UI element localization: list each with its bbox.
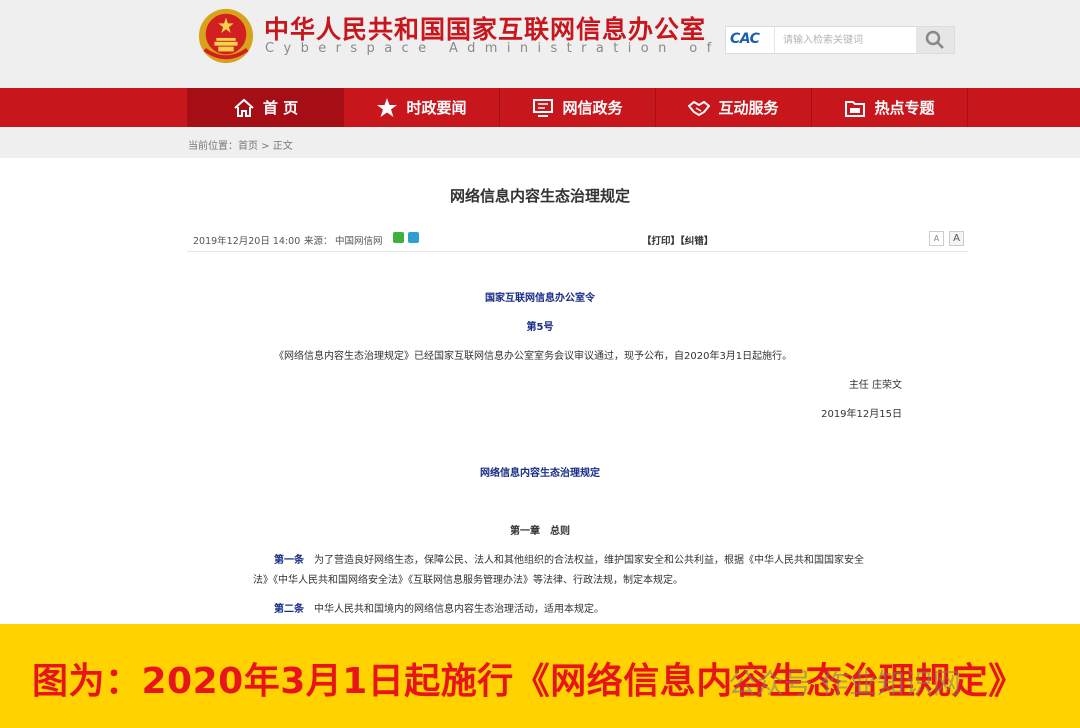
search-button[interactable] [916, 27, 954, 53]
nav-item-affairs[interactable]: 网信政务 [499, 88, 655, 127]
nav-item-news[interactable]: 时政要闻 [343, 88, 499, 127]
breadcrumb-current: 正文 [272, 141, 293, 152]
article-1-text: 为了营造良好网络生态，保障公民、法人和其他组织的合法权益，维护国家安全和公共利益… [304, 555, 864, 566]
nav-item-services[interactable]: 互动服务 [655, 88, 811, 127]
wechat-share-icon[interactable] [393, 232, 404, 243]
font-increase-button[interactable]: A [949, 231, 964, 246]
search-box: CAC [725, 26, 955, 54]
cac-logo: CAC [730, 31, 760, 47]
publish-date: 2019年12月20日 14:00 [193, 236, 301, 247]
order-title: 国家互联网信息办公室令 [485, 293, 595, 304]
breadcrumb-bar: 当前位置：首页 > 正文 [0, 127, 1080, 158]
breadcrumb-home-link[interactable]: 首页 [238, 141, 258, 152]
nav-label: 时政要闻 [406, 99, 467, 117]
home-icon [234, 98, 254, 117]
source-label: 来源： [304, 236, 333, 247]
article-2-text: 中华人民共和国境内的网络信息内容生态治理活动，适用本规定。 [304, 604, 604, 615]
nav-label: 网信政务 [562, 99, 623, 117]
breadcrumb-separator: > [258, 141, 273, 152]
folder-icon [845, 100, 866, 117]
article-actions: 【打印】【纠错】 [642, 233, 713, 247]
article-title: 网络信息内容生态治理规定 [449, 187, 630, 205]
correct-link[interactable]: 【纠错】 [680, 236, 713, 247]
search-icon [925, 30, 944, 49]
regulation-title: 网络信息内容生态治理规定 [480, 468, 600, 479]
article-1-label: 第一条 [274, 555, 304, 566]
article-2: 第二条 中华人民共和国境内的网络信息内容生态治理活动，适用本规定。 [274, 600, 604, 615]
nav-label: 互动服务 [718, 99, 779, 117]
breadcrumb-label: 当前位置： [188, 141, 238, 152]
caption-banner: 图为：2020年3月1日起施行《网络信息内容生态治理规定》 公众号 作业知识网 [0, 624, 1080, 728]
announcement-text: 《网络信息内容生态治理规定》已经国家互联网信息办公室室务会议审议通过，现予公布，… [274, 351, 793, 362]
main-nav: 首 页 时政要闻 网信政务 互动服务 热点专题 [0, 88, 1080, 127]
font-decrease-button[interactable]: A [929, 231, 944, 246]
nav-item-topics[interactable]: 热点专题 [811, 88, 968, 127]
article-meta-bar: 2019年12月20日 14:00 来源： 中国网信网 【打印】【纠错】 A A [187, 227, 968, 252]
order-number: 第5号 [526, 322, 554, 333]
weibo-share-icon[interactable] [408, 232, 419, 243]
nav-label: 热点专题 [874, 99, 935, 117]
search-input[interactable] [774, 27, 914, 53]
sign-date: 2019年12月15日 [821, 409, 902, 420]
signer: 主任 庄荣文 [848, 380, 902, 391]
nav-label: 首 页 [262, 99, 299, 117]
handshake-icon [688, 100, 711, 116]
article-2-label: 第二条 [274, 604, 304, 615]
chapter-heading: 第一章 总则 [510, 526, 570, 537]
national-emblem-icon [198, 8, 254, 64]
source-name: 中国网信网 [335, 236, 383, 247]
star-icon [377, 97, 398, 117]
article-1-line-2: 法》《中华人民共和国网络安全法》《互联网信息服务管理办法》等法律、行政法规，制定… [253, 575, 683, 586]
breadcrumb: 当前位置：首页 > 正文 [188, 137, 293, 152]
article-1-line-1: 第一条 为了营造良好网络生态，保障公民、法人和其他组织的合法权益，维护国家安全和… [274, 551, 864, 566]
watermark: 公众号 作业知识网 [728, 667, 961, 700]
nav-item-home[interactable]: 首 页 [187, 88, 343, 127]
monitor-icon [533, 98, 554, 117]
site-header: 中华人民共和国国家互联网信息办公室 Cyberspace Administrat… [0, 0, 1080, 88]
print-link[interactable]: 【打印】 [642, 236, 680, 247]
